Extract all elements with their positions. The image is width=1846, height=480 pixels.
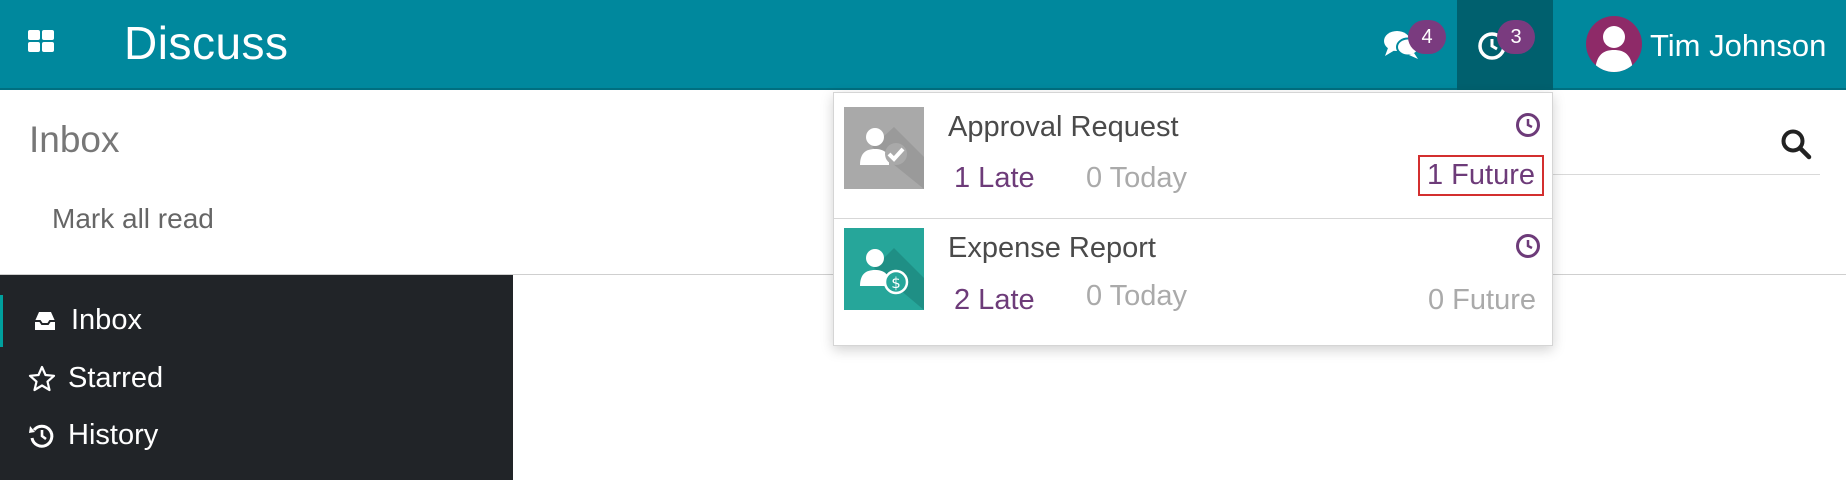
activities-badge: 3 <box>1497 20 1535 54</box>
approval-icon <box>844 107 924 189</box>
star-icon <box>28 365 56 392</box>
page-title: Inbox <box>29 119 120 160</box>
sidebar-item-label: Starred <box>68 362 164 394</box>
future-count-link[interactable]: 0 Future <box>1428 284 1536 317</box>
messages-badge: 4 <box>1408 20 1446 54</box>
sidebar-item-inbox[interactable]: Inbox <box>0 295 513 347</box>
today-count-link[interactable]: 0 Today <box>1086 162 1187 195</box>
sidebar-item-starred[interactable]: Starred <box>0 353 513 405</box>
search-icon[interactable] <box>1778 126 1814 162</box>
expense-icon: $ <box>844 228 924 310</box>
sidebar-item-label: History <box>68 419 159 451</box>
apps-menu-button[interactable] <box>28 30 60 58</box>
avatar <box>1586 16 1642 72</box>
late-count-link[interactable]: 2 Late <box>954 284 1035 317</box>
user-name: Tim Johnson <box>1650 28 1827 63</box>
top-navbar: Discuss 4 3 Tim Johnson <box>0 0 1846 90</box>
activity-row-approval-request[interactable]: Approval Request 1 Late 0 Today 1 Future <box>834 93 1552 219</box>
search-input[interactable] <box>1540 174 1820 175</box>
mark-all-read-button[interactable]: Mark all read <box>52 203 214 235</box>
sidebar-item-label: Inbox <box>71 304 142 336</box>
activity-row-expense-report[interactable]: $ Expense Report 2 Late 0 Today 0 Future <box>834 220 1552 346</box>
app-title: Discuss <box>124 17 289 69</box>
clock-icon <box>1516 234 1540 258</box>
sidebar-item-history[interactable]: History <box>0 410 513 462</box>
history-icon <box>29 424 54 448</box>
svg-text:$: $ <box>891 274 901 292</box>
inbox-icon <box>35 312 55 330</box>
activity-dropdown: Approval Request 1 Late 0 Today 1 Future… <box>833 92 1553 346</box>
activities-button[interactable]: 3 <box>1457 0 1553 90</box>
messages-button[interactable]: 4 <box>1364 0 1460 90</box>
future-count-link[interactable]: 1 Future <box>1418 155 1544 196</box>
user-avatar-icon <box>1595 26 1633 72</box>
sidebar: Inbox Starred History <box>0 275 513 480</box>
activity-name: Approval Request <box>948 111 1179 143</box>
today-count-link[interactable]: 0 Today <box>1086 280 1187 313</box>
late-count-link[interactable]: 1 Late <box>954 162 1035 195</box>
activity-name: Expense Report <box>948 232 1156 264</box>
clock-icon <box>1516 113 1540 137</box>
